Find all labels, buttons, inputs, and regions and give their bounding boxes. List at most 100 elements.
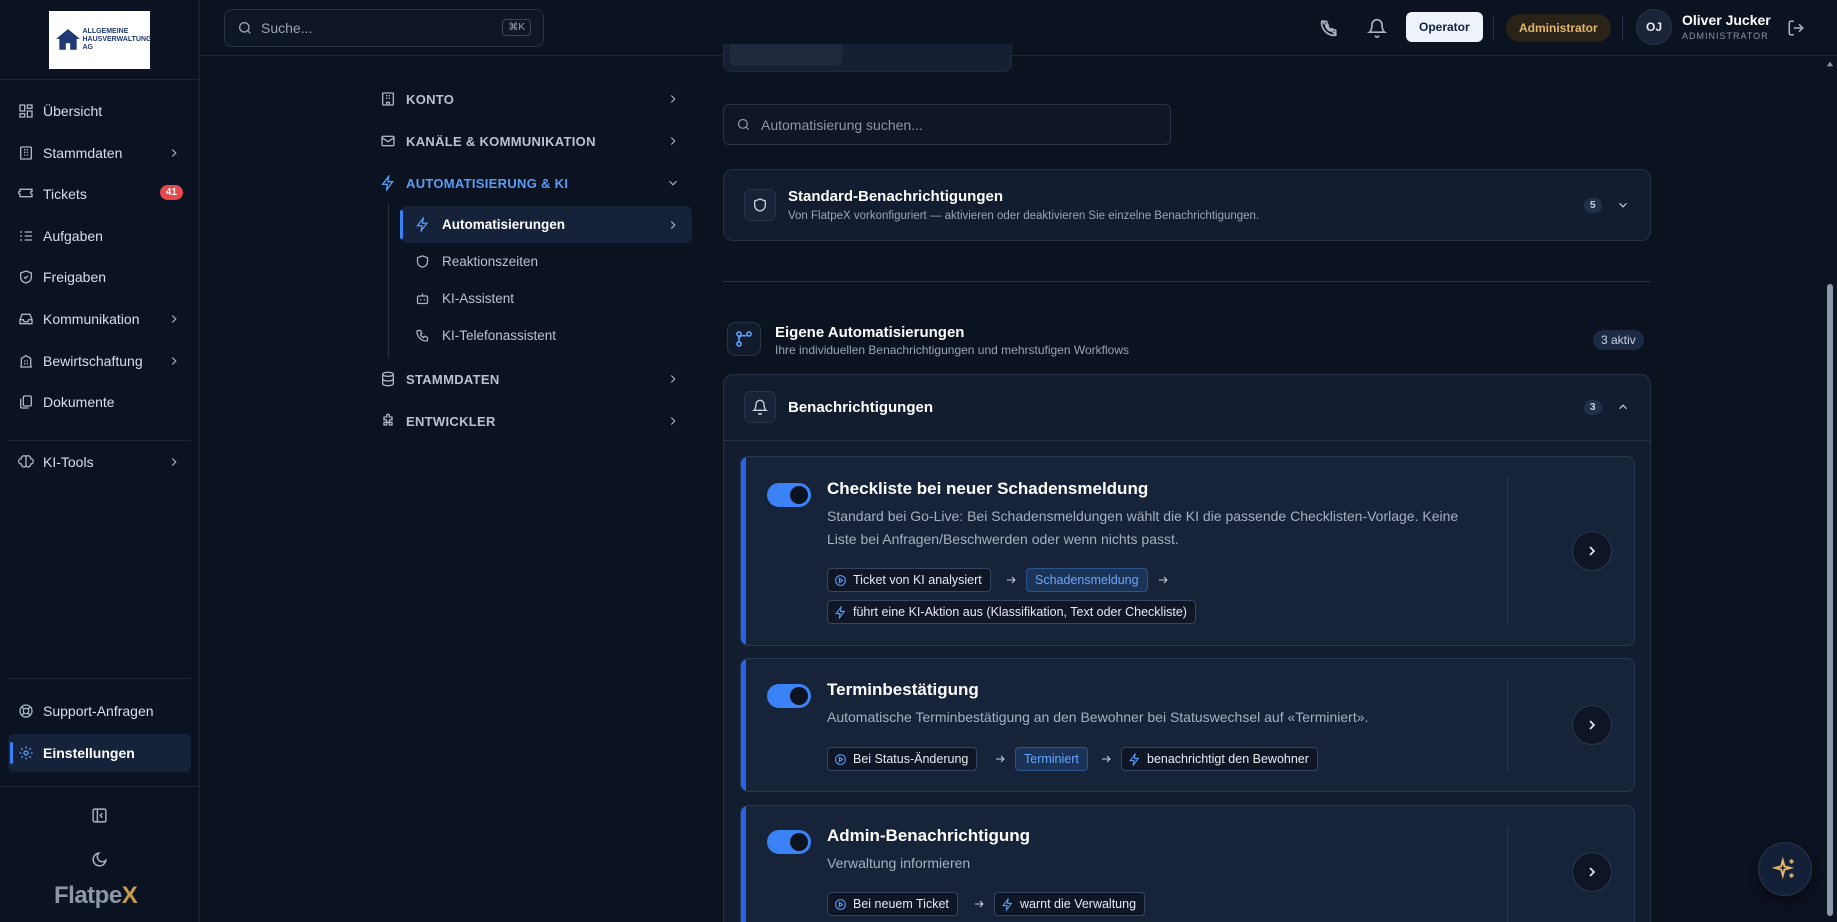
sidebar-item-ki-tools[interactable]: KI-Tools [8,443,191,481]
automation-rule-card[interactable]: Checkliste bei neuer Schadensmeldung Sta… [740,456,1635,646]
sidebar-item-kommunikation[interactable]: Kommunikation [8,300,191,338]
automation-rule-card[interactable]: Terminbestätigung Automatische Terminbes… [740,658,1635,792]
arrow-right-icon [1159,576,1168,584]
nav-divider [8,678,191,679]
active-tab[interactable] [730,44,842,66]
rule-action-label: warnt die Verwaltung [1020,897,1137,911]
sidebar-item-aufgaben[interactable]: Aufgaben [8,217,191,255]
automation-search-placeholder: Automatisierung suchen... [761,116,923,133]
active-count-badge: 3 aktiv [1593,330,1644,350]
workflow-icon-box [727,322,761,356]
sidebar: ALLGEMEINE HAUSVERWALTUNG AG Übersicht S… [0,0,200,922]
scroll-down-icon[interactable] [1826,910,1834,918]
open-rule-button[interactable] [1572,531,1612,571]
own-automations-subtitle: Ihre individuellen Benachrichtigungen un… [775,343,1129,357]
notifications-group-header[interactable]: Benachrichtigungen 3 [724,375,1650,441]
standard-notifications-card[interactable]: Standard-Benachrichtigungen Von FlatpeX … [723,169,1651,241]
main-scrollbar[interactable] [1823,56,1837,922]
arrow-right-icon [1102,755,1111,763]
chevron-right-icon [670,137,676,145]
avatar[interactable]: OJ [1636,9,1672,45]
settings-section-konto[interactable]: KONTO [378,78,692,120]
topbar-divider [1493,16,1494,40]
sidebar-item-label: Stammdaten [43,144,123,161]
shield-icon [416,255,429,268]
search-placeholder: Suche... [261,20,313,36]
settings-nav: KONTO KANÄLE & KOMMUNIKATION AUTOMATISIE… [378,78,692,442]
tickets-count-badge: 41 [159,185,183,201]
mail-icon [381,135,395,147]
sidebar-item-tickets[interactable]: Tickets 41 [8,175,191,213]
settings-item-ki-assistent[interactable]: KI-Assistent [401,280,692,317]
rule-enabled-toggle[interactable] [767,483,811,507]
chevron-right-icon [670,221,676,229]
sidebar-item-label: Tickets [43,186,87,203]
rule-enabled-toggle[interactable] [767,830,811,854]
workflow-icon [736,331,752,347]
rule-trigger-label: Bei neuem Ticket [853,897,949,911]
phone-off-icon[interactable] [1319,18,1339,38]
open-rule-button[interactable] [1572,705,1612,745]
scrollbar-thumb[interactable] [1827,284,1833,916]
settings-item-ki-telefonassistent[interactable]: KI-Telefonassistent [401,317,692,354]
sidebar-item-stammdaten[interactable]: Stammdaten [8,134,191,172]
settings-section-entwickler[interactable]: ENTWICKLER [378,400,692,442]
settings-item-label: KI-Assistent [442,291,515,306]
logout-icon[interactable] [1787,19,1805,37]
operator-role-button[interactable]: Operator [1406,12,1483,42]
logo-area: ALLGEMEINE HAUSVERWALTUNG AG [0,0,199,80]
settings-section-kanaele[interactable]: KANÄLE & KOMMUNIKATION [378,120,692,162]
shield-icon [754,198,766,212]
chevron-right-icon [171,458,177,466]
scroll-up-icon[interactable] [1826,60,1834,68]
brain-icon [18,455,34,468]
chevron-down-icon [1619,202,1627,208]
ai-assistant-button[interactable] [1758,842,1812,896]
sidebar-item-label: Freigaben [43,269,107,286]
user-role: ADMINISTRATOR [1682,31,1769,41]
sidebar-item-label: Einstellungen [43,744,135,761]
logo-text: ALLGEMEINE HAUSVERWALTUNG AG [82,27,152,51]
rule-description: Standard bei Go-Live: Bei Schadensmeldun… [827,508,1459,547]
sidebar-item-einstellungen[interactable]: Einstellungen [8,733,191,772]
play-circle-icon [835,753,846,765]
chevron-right-icon [1589,867,1596,877]
bell-icon[interactable] [1367,18,1387,38]
settings-section-stammdaten[interactable]: STAMMDATEN [378,358,692,400]
automation-search-input[interactable]: Automatisierung suchen... [723,104,1171,145]
settings-item-reaktionszeiten[interactable]: Reaktionszeiten [401,243,692,280]
play-circle-icon [835,898,846,910]
sidebar-item-bewirtschaftung[interactable]: Bewirtschaftung [8,342,191,380]
sidebar-item-freigaben[interactable]: Freigaben [8,258,191,296]
sidebar-item-dokumente[interactable]: Dokumente [8,383,191,421]
settings-item-automatisierungen[interactable]: Automatisierungen [400,206,692,243]
rule-enabled-toggle[interactable] [767,684,811,708]
company-logo[interactable]: ALLGEMEINE HAUSVERWALTUNG AG [49,10,152,69]
administrator-role-button[interactable]: Administrator [1506,14,1611,42]
automation-rule-card[interactable]: Admin-Benachrichtigung Verwaltung inform… [740,805,1635,922]
rule-title: Admin-Benachrichtigung [827,826,1031,845]
rule-trigger-chip: Ticket von KI analysiert [827,568,991,592]
building-icon [382,92,394,106]
settings-section-label: ENTWICKLER [406,413,496,429]
rule-divider [1507,826,1508,922]
ticket-icon [18,188,33,198]
rule-action-label: führt eine KI-Aktion aus (Klassifikation… [853,605,1187,619]
open-rule-button[interactable] [1572,852,1612,892]
chevron-right-icon [171,148,177,157]
rule-trigger-label: Ticket von KI analysiert [853,573,982,587]
bolt-icon [835,605,846,619]
rule-action-chip: warnt die Verwaltung [994,892,1146,916]
sidebar-item-uebersicht[interactable]: Übersicht [8,92,191,130]
brand-x: X [121,882,138,909]
moon-icon[interactable] [91,851,108,868]
sidebar-item-support-anfragen[interactable]: Support-Anfragen [8,692,191,730]
global-search-input[interactable]: Suche... ⌘K [224,9,544,47]
collapse-sidebar-icon[interactable] [91,807,108,824]
view-tabs [723,44,1012,72]
sidebar-item-label: Kommunikation [43,310,140,327]
chevron-right-icon [171,315,177,323]
section-divider [723,281,1651,282]
settings-section-automatisierung[interactable]: AUTOMATISIERUNG & KI [378,162,692,204]
rule-description: Automatische Terminbestätigung an den Be… [827,709,1369,725]
